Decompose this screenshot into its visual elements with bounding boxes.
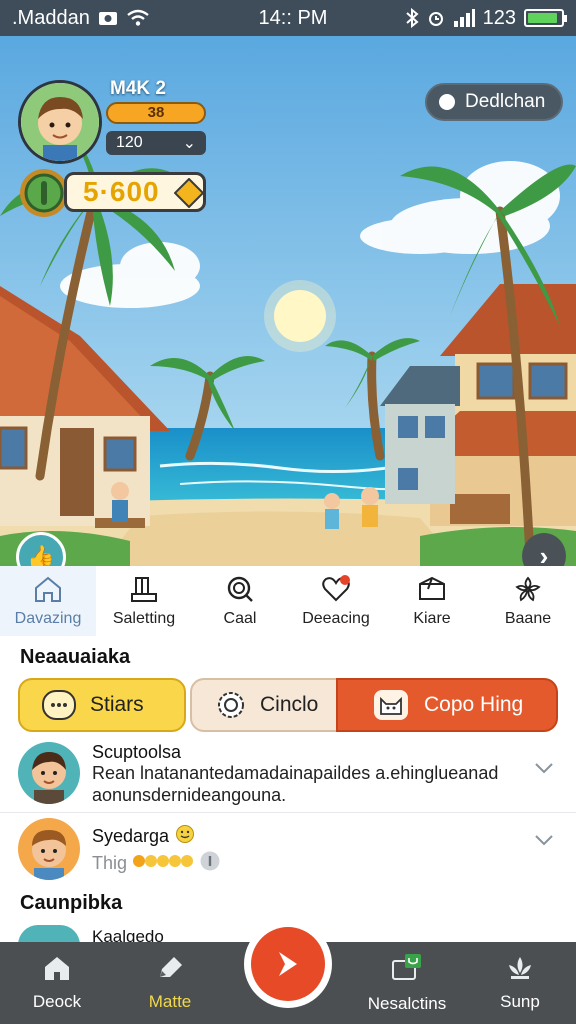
home-icon (33, 574, 63, 604)
category-label: Davazing (14, 610, 82, 627)
list-item-text: aonunsdernideangouna. (92, 785, 287, 805)
nav-deock[interactable]: Deock (20, 942, 94, 1024)
nav-label: Sunp (500, 991, 540, 1011)
copo-hing-label: Copo Hing (424, 693, 524, 716)
list-item-title: Syedarga (92, 826, 170, 846)
lotus-icon (505, 955, 535, 986)
chevron-down-icon[interactable] (534, 758, 558, 782)
thumbs-up-icon: 👍 (27, 544, 55, 566)
box-icon (417, 574, 447, 604)
nav-label: Nesalctins (367, 993, 447, 1013)
category-label: Baane (504, 610, 552, 627)
battery-percent: 123 (482, 6, 516, 29)
flower-icon (513, 574, 543, 604)
info-icon (199, 850, 221, 877)
nav-label: Matte (148, 991, 192, 1011)
play-arrow-icon (279, 952, 297, 976)
game-scene[interactable]: M4K 2 38 120 ⌄ 5·600 Dedlchan 👍 › (0, 36, 576, 566)
divider (0, 812, 576, 813)
list-item-sub: Thig (92, 853, 128, 873)
heart-icon (321, 574, 351, 604)
game-screen: .Maddan 14:: PM 123 M4K 2 38 120 ⌄ 5·600… (0, 0, 576, 1024)
category-caal[interactable]: Caal (192, 566, 288, 636)
camera-icon (98, 10, 118, 26)
xp-bar: 38 (106, 102, 206, 124)
list-item-avatar (18, 818, 80, 880)
edit-icon (156, 955, 184, 986)
status-bar: .Maddan 14:: PM 123 (0, 0, 576, 36)
list-item-title: Scuptoolsa (92, 742, 182, 762)
category-deeacing[interactable]: Deeacing (288, 566, 384, 636)
chevron-down-icon: ⌄ (182, 135, 196, 152)
nav-label: Deock (32, 991, 82, 1011)
status-time: 14:: PM (258, 6, 328, 29)
chat-icon (391, 953, 423, 988)
battery-icon (524, 9, 567, 27)
play-button-inner (251, 927, 325, 1001)
coin-amount: 5·600 (83, 176, 160, 207)
list-item-title-row: Syedarga (92, 824, 195, 849)
chat-bubble-icon (42, 690, 76, 720)
category-label: Saletting (112, 610, 176, 627)
dot-icon (439, 94, 455, 110)
category-saletting[interactable]: Saletting (96, 566, 192, 636)
mode-chip[interactable]: Dedlchan (425, 83, 563, 121)
section-title: Caunpibka (20, 892, 123, 914)
nav-nesalctins[interactable]: Nesalctins (358, 942, 456, 1024)
smiley-icon (175, 824, 195, 849)
diamond-icon (174, 178, 204, 208)
play-button[interactable] (244, 920, 332, 1008)
stiars-button[interactable]: Stiars (18, 678, 186, 732)
section-title: Neaauaiaka (20, 646, 131, 668)
list-item-avatar (18, 742, 80, 804)
list-item[interactable]: Scuptoolsa Rean lnatanantedamadainapaild… (0, 740, 576, 810)
category-label: Caal (223, 610, 257, 627)
battery-fill (528, 13, 557, 23)
nav-matte[interactable]: Matte (132, 942, 208, 1024)
stiars-label: Stiars (90, 693, 144, 716)
list-item-text: Rean lnatanantedamadainapaildes a.ehingl… (92, 763, 499, 783)
category-bar: Davazing Saletting Caal Deeacing Kiare B… (0, 566, 576, 636)
bluetooth-icon (405, 8, 419, 28)
copo-hing-button[interactable]: Copo Hing (336, 678, 558, 732)
level-value: 120 (116, 134, 143, 151)
search-icon (225, 574, 255, 604)
building-icon (129, 574, 159, 604)
status-left: .Maddan (12, 7, 212, 30)
status-right: 123 (374, 6, 567, 30)
player-name: M4K 2 (110, 78, 166, 99)
alarm-icon (427, 9, 445, 27)
cinclo-button[interactable]: Cinclo (190, 678, 350, 732)
category-kiare[interactable]: Kiare (384, 566, 480, 636)
home-icon (43, 955, 71, 986)
player-avatar[interactable] (18, 80, 102, 164)
wifi-icon (126, 9, 150, 27)
reaction-chain-icon (133, 852, 194, 875)
category-baane[interactable]: Baane (480, 566, 576, 636)
category-label: Deeacing (302, 610, 370, 627)
carrier-label: .Maddan (12, 6, 90, 29)
category-label: Kiare (413, 610, 451, 627)
list-item[interactable]: Syedarga Thig (0, 818, 576, 880)
avatar-face-icon (21, 83, 99, 161)
category-davazing[interactable]: Davazing (0, 566, 96, 636)
action-buttons: Stiars Cinclo Copo Hing (18, 678, 558, 732)
level-select[interactable]: 120 ⌄ (106, 131, 206, 155)
signal-icon (453, 9, 475, 27)
badge-icon (214, 690, 248, 720)
nav-sunp[interactable]: Sunp (486, 942, 554, 1024)
chevron-right-icon: › (539, 540, 549, 567)
chevron-down-icon[interactable] (534, 830, 558, 854)
mode-chip-label: Dedlchan (465, 91, 546, 112)
cinclo-label: Cinclo (260, 693, 319, 716)
list-item-sub-row: Thig (92, 850, 221, 877)
cat-face-icon (374, 690, 408, 720)
